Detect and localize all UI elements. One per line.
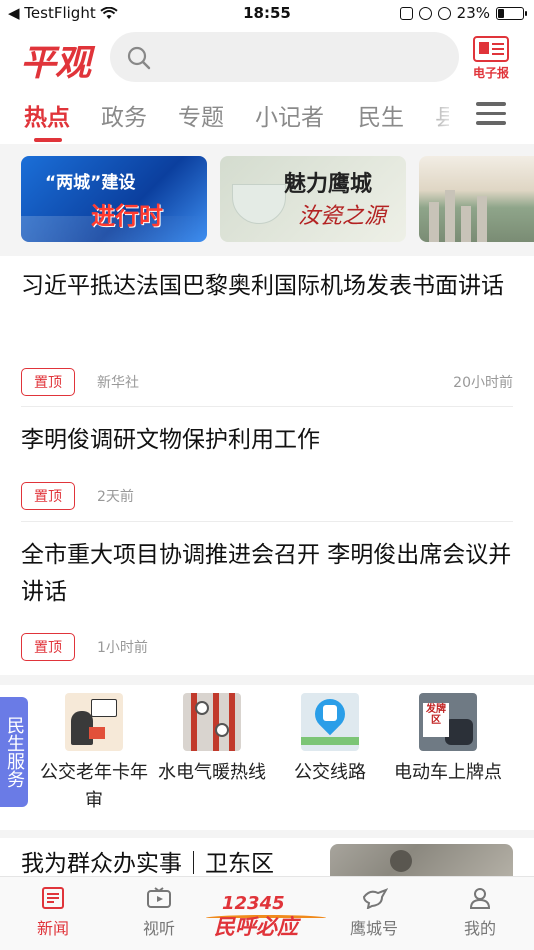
service-name: 电动车上牌点 — [394, 762, 502, 783]
status-right: 23% — [399, 4, 527, 22]
tv-icon — [147, 887, 171, 909]
portrait-lock-icon — [399, 6, 413, 20]
article-meta: 置顶 新华社 20小时前 — [21, 368, 513, 396]
article-title: 习近平抵达法国巴黎奥利国际机场发表书面讲话 — [21, 273, 504, 299]
active-tab-indicator — [34, 138, 62, 142]
tab-hot[interactable]: 热点 — [24, 98, 70, 132]
status-bar: ◀ TestFlight 18:55 23% — [0, 0, 534, 28]
article-item[interactable]: 我为群众办实事｜卫东区 — [0, 830, 534, 884]
banner-2-line1: 魅力鹰城 — [284, 171, 373, 197]
banner-two-cities[interactable]: “两城”建设 进行时 — [21, 156, 207, 242]
nav-news[interactable]: 新闻 — [13, 887, 93, 939]
tab-livelihood[interactable]: 民生 — [358, 98, 404, 132]
banner-carousel: “两城”建设 进行时 魅力鹰城 汝瓷之源 — [0, 144, 534, 256]
app-header: 平观 电子报 — [0, 28, 534, 90]
nav-label: 鹰城号 — [349, 919, 398, 938]
utilities-icon — [183, 693, 241, 751]
banner-1-line2: 进行时 — [91, 202, 163, 230]
menu-icon[interactable] — [476, 102, 506, 126]
tab-special[interactable]: 专题 — [178, 98, 224, 132]
article-time: 1小时前 — [97, 640, 148, 656]
divider — [21, 521, 513, 522]
pinned-badge: 置顶 — [21, 482, 75, 510]
section-gap — [0, 830, 534, 838]
app-logo: 平观 — [20, 42, 91, 84]
alarm-icon — [437, 6, 451, 20]
user-icon — [468, 887, 492, 909]
service-bus-route[interactable]: 公交线路 — [270, 693, 390, 787]
service-elderly-card[interactable]: 公交老年卡年审 — [34, 693, 154, 815]
newspaper-icon — [473, 36, 509, 62]
nav-tv[interactable]: 视听 — [119, 887, 199, 939]
elderly-card-icon — [65, 693, 123, 751]
article-time: 20小时前 — [453, 375, 513, 391]
battery-icon — [496, 6, 527, 20]
nav-label: 我的 — [463, 919, 496, 938]
services-tab[interactable]: 民生服务 — [0, 697, 28, 807]
livelihood-services: 民生服务 公交老年卡年审 水电气暖热线 公交线路 发牌区 电动车上牌点 — [0, 675, 534, 830]
article-source: 新华社 — [97, 375, 139, 391]
article-time: 2天前 — [97, 489, 134, 505]
nav-label: 新闻 — [36, 919, 69, 938]
service-ebike-plate[interactable]: 发牌区 电动车上牌点 — [388, 693, 508, 787]
section-gap — [0, 675, 534, 685]
tabs-fade — [420, 90, 460, 140]
article-title: 全市重大项目协调推进会召开 李明俊出席会议并讲话 — [21, 542, 512, 605]
ebike-plate-icon: 发牌区 — [419, 693, 477, 751]
search-input[interactable] — [110, 32, 459, 82]
bird-icon — [362, 887, 389, 910]
category-tabs: 热点 政务 专题 小记者 民生 县 — [0, 90, 534, 144]
pinned-badge: 置顶 — [21, 633, 75, 661]
hotline-12345-logo[interactable]: 12345 民呼必应 — [206, 893, 330, 939]
service-name: 水电气暖热线 — [158, 762, 266, 783]
article-title: 李明俊调研文物保护利用工作 — [21, 427, 320, 453]
nav-yingcheng[interactable]: 鹰城号 — [334, 887, 414, 939]
tab-young-reporter[interactable]: 小记者 — [255, 98, 324, 132]
epaper-label: 电子报 — [472, 66, 509, 80]
service-name: 公交线路 — [294, 762, 366, 783]
article-title: 我为群众办实事｜卫东区 — [21, 851, 274, 877]
article-meta: 置顶 2天前 — [21, 482, 513, 510]
building-shape — [445, 190, 455, 242]
divider — [21, 406, 513, 407]
battery-percent: 23% — [456, 4, 490, 22]
article-item[interactable]: 全市重大项目协调推进会召开 李明俊出席会议并讲话 置顶 1小时前 — [21, 537, 513, 661]
article-item[interactable]: 李明俊调研文物保护利用工作 置顶 2天前 — [21, 422, 513, 510]
news-icon — [41, 887, 65, 909]
service-name: 公交老年卡年审 — [40, 762, 148, 811]
banner-2-line2: 汝瓷之源 — [298, 204, 387, 229]
banner-ru-porcelain[interactable]: 魅力鹰城 汝瓷之源 — [220, 156, 406, 242]
banner-city-view[interactable] — [419, 156, 534, 242]
building-shape — [429, 202, 439, 242]
search-icon — [127, 46, 151, 70]
building-shape — [461, 206, 471, 242]
bus-route-icon — [301, 693, 359, 751]
banner-1-line1: “两城”建设 — [45, 173, 136, 193]
rotation-lock-icon — [418, 6, 432, 20]
building-shape — [477, 196, 487, 242]
epaper-button[interactable]: 电子报 — [470, 36, 512, 80]
porcelain-bowl-image — [232, 184, 286, 224]
battery-fill — [498, 8, 504, 18]
pinned-badge: 置顶 — [21, 368, 75, 396]
article-meta: 置顶 1小时前 — [21, 633, 513, 661]
article-item[interactable]: 习近平抵达法国巴黎奥利国际机场发表书面讲话 置顶 新华社 20小时前 — [21, 268, 513, 396]
nav-label: 视听 — [142, 919, 175, 938]
nav-mine[interactable]: 我的 — [440, 887, 520, 939]
service-utilities[interactable]: 水电气暖热线 — [152, 693, 272, 787]
bottom-nav: 新闻 视听 12345 民呼必应 鹰城号 我的 — [0, 876, 534, 950]
logo-text: 民呼必应 — [214, 915, 298, 939]
tab-government[interactable]: 政务 — [101, 98, 147, 132]
card-sign: 发牌区 — [423, 703, 449, 737]
